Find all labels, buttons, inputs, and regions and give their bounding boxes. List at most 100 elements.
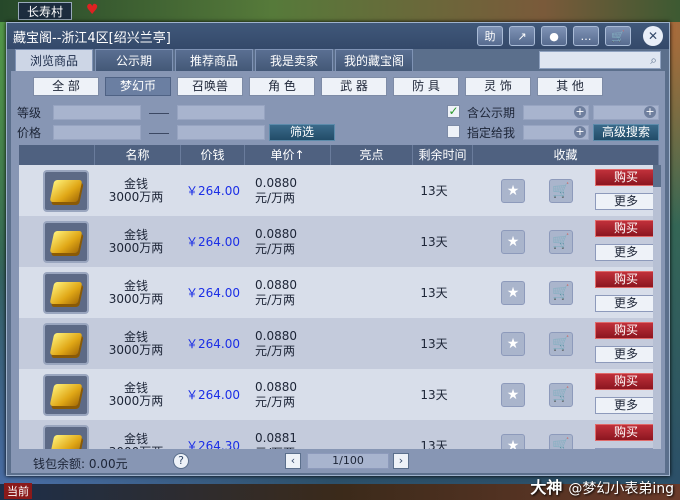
include-public-checkbox[interactable]: ✓ [447,105,460,118]
more-button[interactable]: 更多 [595,397,657,414]
listing-table: 名称 价钱 单价↑ 亮点 剩余时间 收藏 金钱 3000万两 ￥264.00 0.0880 元/万… [19,145,661,449]
column-header[interactable]: 剩余时间 [413,145,473,165]
category-button[interactable]: 梦幻币 [105,77,171,96]
next-page-button[interactable]: › [393,453,409,469]
footer-bar: 钱包余额: 0.00元 ? ‹ 1/100 › [11,451,665,473]
column-header[interactable]: 单价↑ [245,145,331,165]
item-image[interactable] [43,424,89,449]
treasure-pavilion-window: 藏宝阁--浙江4区[绍兴兰亭] 助 ↗ ● … 🛒 ✕ 浏览商品 公示期 推荐商品我… [6,22,670,476]
more-button[interactable]: 更多 [595,448,657,449]
table-row[interactable]: 金钱 3000万两 ￥264.00 0.0880 元/万两 13天 ★ 🛒 购买 更多 [19,369,659,420]
item-unit-price: 0.0880 元/万两 [255,329,315,359]
window-title: 藏宝阁--浙江4区[绍兴兰亭] [13,31,171,46]
item-image[interactable] [43,220,89,263]
plus-icon: + [574,125,586,138]
add-to-cart-icon[interactable]: 🛒 [549,280,573,305]
tab-item[interactable]: 公示期 [95,49,173,71]
item-unit-price: 0.0880 元/万两 [255,278,315,308]
more-button[interactable]: 更多 [595,346,657,363]
buy-button[interactable]: 购买 [595,373,657,390]
category-button[interactable]: 武 器 [321,77,387,96]
remaining-time: 13天 [420,286,448,300]
search-input[interactable]: ⌕ [539,51,661,69]
item-image[interactable] [43,271,89,314]
table-row[interactable]: 金钱 3000万两 ￥264.00 0.0880 元/万两 13天 ★ 🛒 购买 更多 [19,165,659,216]
settings-icon[interactable]: ● [541,26,567,46]
buy-button[interactable]: 购买 [595,322,657,339]
remaining-time: 13天 [420,235,448,249]
buy-button[interactable]: 购买 [595,424,657,441]
scroll-thumb[interactable] [653,165,661,187]
tab-item[interactable]: 我的藏宝阁 [335,49,413,71]
category-button[interactable]: 全 部 [33,77,99,96]
favorite-star-icon[interactable]: ★ [501,382,525,407]
more-button[interactable]: 更多 [595,244,657,261]
help-button[interactable]: ? [173,453,189,469]
price-max-input[interactable] [177,125,265,140]
share-icon[interactable]: ↗ [509,26,535,46]
column-header[interactable]: 收藏 [473,145,659,165]
category-button[interactable]: 防 具 [393,77,459,96]
filter-button[interactable]: 筛选 [269,124,335,141]
tab-item[interactable]: 浏览商品 [15,49,93,71]
help-icon[interactable]: 助 [477,26,503,46]
tab-item[interactable]: 我是卖家 [255,49,333,71]
buy-button[interactable]: 购买 [595,220,657,237]
favorite-star-icon[interactable]: ★ [501,280,525,305]
add-to-cart-icon[interactable]: 🛒 [549,382,573,407]
search-icon[interactable]: ⌕ [650,53,657,68]
close-icon[interactable]: ✕ [643,26,663,46]
designated-select[interactable]: + [523,125,589,140]
advanced-search-button[interactable]: 高级搜索 [593,124,659,141]
chat-icon[interactable]: … [573,26,599,46]
category-button[interactable]: 灵 饰 [465,77,531,96]
add-to-cart-icon[interactable]: 🛒 [549,433,573,449]
main-tabs: 浏览商品 公示期 推荐商品 我是卖家 我的藏宝阁 [15,49,415,71]
item-price: ￥264.00 [186,337,240,351]
item-name-line2: 3000万两 [108,342,164,357]
table-row[interactable]: 金钱 3000万两 ￥264.00 0.0880 元/万两 13天 ★ 🛒 购买 更多 [19,267,659,318]
cart-icon[interactable]: 🛒 [605,26,631,46]
gold-ingot-icon [49,230,83,253]
column-header[interactable]: 亮点 [331,145,413,165]
category-button[interactable]: 角 色 [249,77,315,96]
prev-page-button[interactable]: ‹ [285,453,301,469]
item-image[interactable] [43,322,89,365]
public-select-2[interactable]: + [593,105,659,120]
unit-price-unit: 元/万两 [255,241,296,256]
column-header[interactable]: 价钱 [181,145,245,165]
favorite-star-icon[interactable]: ★ [501,331,525,356]
more-button[interactable]: 更多 [595,193,657,210]
price-min-input[interactable] [53,125,141,140]
tab-item[interactable]: 推荐商品 [175,49,253,71]
table-row[interactable]: 金钱 3000万两 ￥264.00 0.0880 元/万两 13天 ★ 🛒 购买 更多 [19,318,659,369]
scrollbar[interactable] [653,165,661,449]
item-name-line1: 金钱 [123,227,148,242]
add-to-cart-icon[interactable]: 🛒 [549,331,573,356]
more-button[interactable]: 更多 [595,295,657,312]
item-name-line1: 金钱 [123,380,148,395]
public-select-1[interactable]: + [523,105,589,120]
unit-price-value: 0.0880 [255,226,297,241]
favorite-star-icon[interactable]: ★ [501,433,525,449]
item-image[interactable] [43,169,89,212]
unit-price-unit: 元/万两 [255,394,296,409]
category-button[interactable]: 其 他 [537,77,603,96]
add-to-cart-icon[interactable]: 🛒 [549,178,573,203]
buy-button[interactable]: 购买 [595,271,657,288]
table-body: 金钱 3000万两 ￥264.00 0.0880 元/万两 13天 ★ 🛒 购买 更多 金钱 3000… [19,165,659,449]
add-to-cart-icon[interactable]: 🛒 [549,229,573,254]
item-image[interactable] [43,373,89,416]
favorite-star-icon[interactable]: ★ [501,178,525,203]
table-row[interactable]: 金钱3000万两 ￥264.30 0.0881元/万两 13天 ★ 🛒 购买更多 [19,420,659,449]
table-row[interactable]: 金钱 3000万两 ￥264.00 0.0880 元/万两 13天 ★ 🛒 购买 更多 [19,216,659,267]
level-min-input[interactable] [53,105,141,120]
designated-checkbox[interactable] [447,125,460,138]
column-header[interactable]: 名称 [95,145,181,165]
category-button[interactable]: 召唤兽 [177,77,243,96]
window-titlebar[interactable]: 藏宝阁--浙江4区[绍兴兰亭] 助 ↗ ● … 🛒 ✕ [7,23,669,49]
level-max-input[interactable] [177,105,265,120]
favorite-star-icon[interactable]: ★ [501,229,525,254]
buy-button[interactable]: 购买 [595,169,657,186]
game-bottom-strip: 当前 大神 @梦幻小表弟ing [0,478,680,500]
